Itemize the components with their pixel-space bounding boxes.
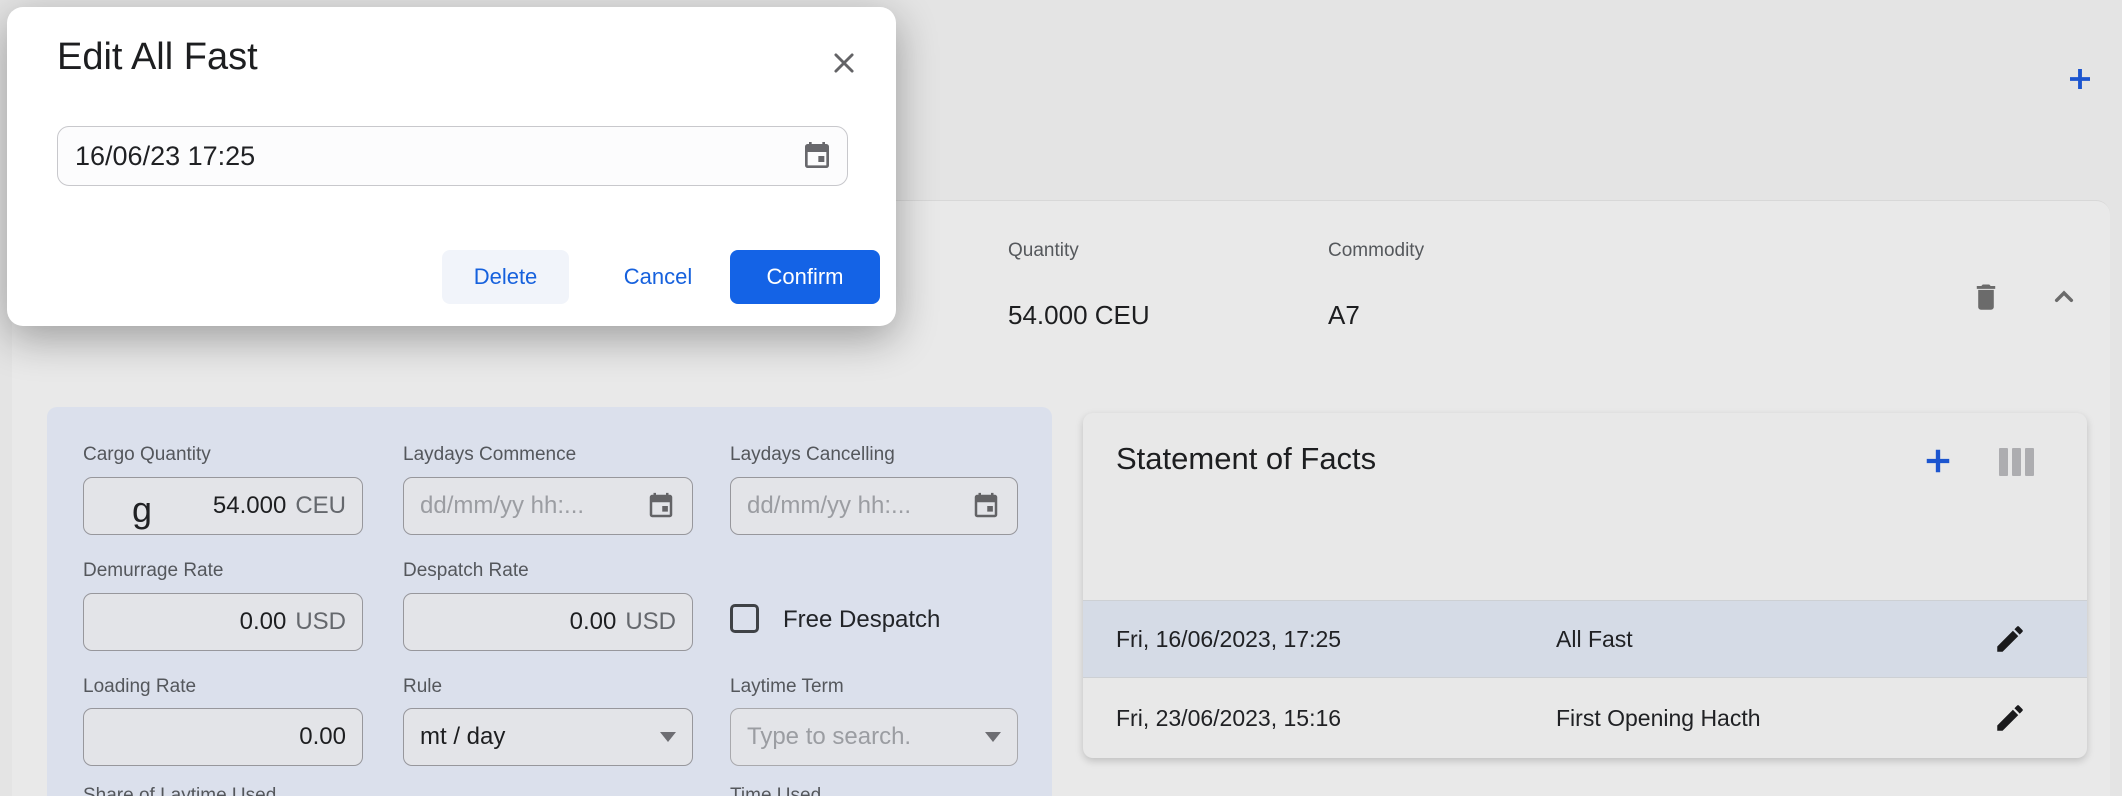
datetime-input[interactable] <box>75 141 801 172</box>
pencil-icon <box>1993 622 2027 656</box>
table-row[interactable]: Fri, 16/06/2023, 17:25 All Fast <box>1083 600 2087 677</box>
time-used-label: Time Used <box>730 785 821 796</box>
loading-rate-input[interactable]: 0.00 <box>83 708 363 766</box>
calendar-icon[interactable] <box>971 491 1001 521</box>
laytime-term-select[interactable]: Type to search. <box>730 708 1018 766</box>
laytime-term-label: Laytime Term <box>730 676 844 698</box>
cargo-form-card: Cargo Quantity Laydays Commence Laydays … <box>47 407 1052 796</box>
row-date: Fri, 23/06/2023, 15:16 <box>1116 705 1341 732</box>
free-despatch-checkbox[interactable] <box>730 604 759 633</box>
delete-cargo-button[interactable] <box>1962 275 2010 319</box>
dialog-title: Edit All Fast <box>57 33 258 81</box>
columns-button[interactable] <box>1996 445 2036 479</box>
despatch-rate-input[interactable]: 0.00 USD <box>403 593 693 651</box>
rule-select[interactable]: mt / day <box>403 708 693 766</box>
close-dialog-button[interactable] <box>820 39 868 87</box>
demurrage-rate-label: Demurrage Rate <box>83 560 223 582</box>
laydays-commence-label: Laydays Commence <box>403 444 576 466</box>
chevron-up-icon <box>2048 281 2080 313</box>
statement-of-facts-title: Statement of Facts <box>1116 441 1376 477</box>
table-row[interactable]: Fri, 23/06/2023, 15:16 First Opening Hac… <box>1083 677 2087 758</box>
commodity-value: A7 <box>1328 300 1360 331</box>
plus-icon <box>2064 63 2096 95</box>
delete-button[interactable]: Delete <box>442 250 569 304</box>
edit-all-fast-dialog: Edit All Fast Delete Cancel Confirm <box>7 7 896 326</box>
cargo-quantity-input[interactable]: 54.000 CEU <box>83 477 363 535</box>
demurrage-rate-input[interactable]: 0.00 USD <box>83 593 363 651</box>
commodity-label: Commodity <box>1328 240 1424 262</box>
close-icon <box>829 48 859 78</box>
add-button[interactable] <box>2057 56 2103 102</box>
add-sof-entry-button[interactable] <box>1918 441 1958 481</box>
plus-icon <box>1920 443 1956 479</box>
share-of-laytime-used-label: Share of Laytime Used <box>83 785 276 796</box>
laydays-commence-input[interactable]: dd/mm/yy hh:... <box>403 477 693 535</box>
caret-down-icon <box>985 732 1001 742</box>
calendar-icon[interactable] <box>646 491 676 521</box>
cancel-button[interactable]: Cancel <box>610 250 706 304</box>
trash-icon <box>1969 280 2003 314</box>
columns-icon <box>1999 448 2034 476</box>
app-window: g Quantity 54.000 CEU Commodity A7 Cargo… <box>0 0 2122 796</box>
quantity-label: Quantity <box>1008 240 1079 262</box>
calendar-icon[interactable] <box>801 140 833 172</box>
row-description: All Fast <box>1556 626 1633 653</box>
laydays-cancelling-input[interactable]: dd/mm/yy hh:... <box>730 477 1018 535</box>
despatch-rate-label: Despatch Rate <box>403 560 529 582</box>
quantity-value: 54.000 CEU <box>1008 300 1150 331</box>
pencil-icon <box>1993 701 2027 735</box>
hidden-heading-fragment: g <box>132 489 152 531</box>
laydays-cancelling-label: Laydays Cancelling <box>730 444 895 466</box>
edit-row-button[interactable] <box>1988 696 2032 740</box>
statement-of-facts-card: Statement of Facts Date Description Fri,… <box>1083 413 2087 758</box>
confirm-button[interactable]: Confirm <box>730 250 880 304</box>
edit-row-button[interactable] <box>1988 617 2032 661</box>
collapse-button[interactable] <box>2046 279 2082 315</box>
free-despatch-label: Free Despatch <box>783 606 940 634</box>
loading-rate-label: Loading Rate <box>83 676 196 698</box>
caret-down-icon <box>660 732 676 742</box>
rule-label: Rule <box>403 676 442 698</box>
cargo-quantity-label: Cargo Quantity <box>83 444 211 466</box>
row-date: Fri, 16/06/2023, 17:25 <box>1116 626 1341 653</box>
row-description: First Opening Hacth <box>1556 705 1761 732</box>
datetime-field <box>57 126 848 186</box>
